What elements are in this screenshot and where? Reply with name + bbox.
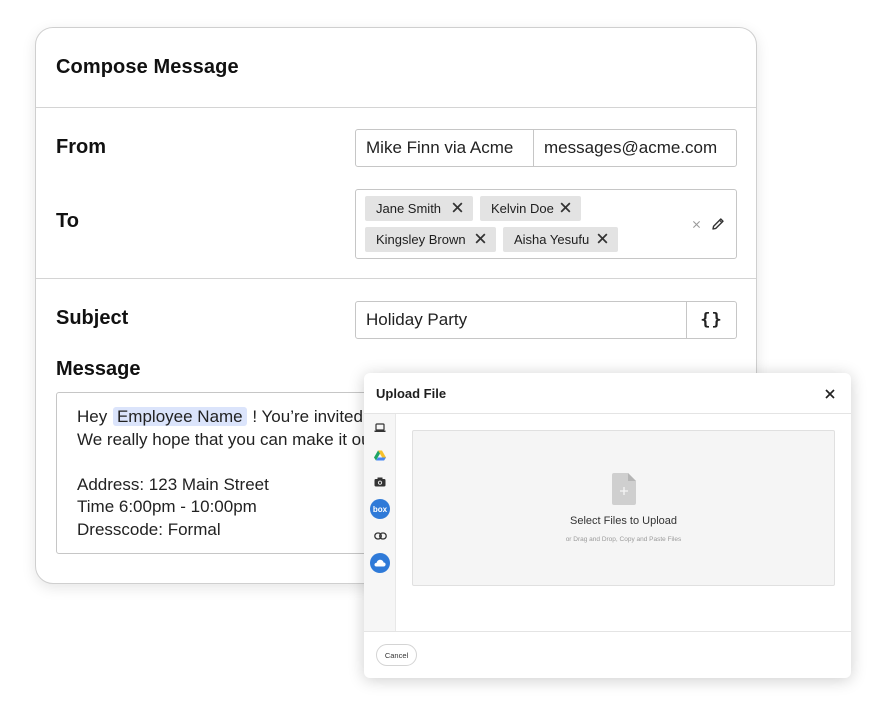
dropzone-title: Select Files to Upload [570, 515, 677, 527]
section-divider [36, 278, 756, 279]
insert-variable-button[interactable]: {} [686, 302, 736, 338]
message-label: Message [56, 358, 141, 380]
to-label: To [56, 210, 79, 232]
remove-recipient-icon[interactable] [474, 232, 487, 245]
camera-icon[interactable] [370, 472, 390, 492]
subject-field[interactable]: Holiday Party {} [355, 301, 737, 339]
recipient-name: Jane Smith [376, 201, 442, 216]
recipient-name: Kelvin Doe [491, 201, 554, 216]
laptop-icon[interactable] [370, 418, 390, 438]
from-field[interactable]: Mike Finn via Acme messages@acme.com [355, 129, 737, 167]
dropzone-hint: or Drag and Drop, Copy and Paste Files [565, 536, 682, 543]
compose-title: Compose Message [56, 56, 239, 78]
from-name[interactable]: Mike Finn via Acme [356, 130, 534, 166]
link-icon[interactable] [370, 526, 390, 546]
clear-icon[interactable] [692, 220, 701, 229]
recipient-chip[interactable]: Kingsley Brown [365, 227, 496, 252]
to-field[interactable]: Jane Smith Kelvin Doe Kingsley Brown Ais… [355, 189, 737, 259]
remove-recipient-icon[interactable] [559, 201, 572, 214]
subject-label: Subject [56, 307, 129, 329]
source-rail: box [364, 414, 396, 631]
stage: Compose Message From Mike Finn via Acme … [0, 0, 883, 718]
box-icon[interactable]: box [370, 499, 390, 519]
dialog-footer-divider [364, 631, 851, 632]
recipient-chip[interactable]: Jane Smith [365, 196, 473, 221]
onedrive-icon[interactable] [370, 553, 390, 573]
file-add-icon [612, 473, 636, 505]
message-text: ! You’re invited [252, 407, 363, 426]
remove-recipient-icon[interactable] [451, 201, 464, 214]
recipient-name: Kingsley Brown [376, 232, 466, 247]
recipient-chip[interactable]: Aisha Yesufu [503, 227, 618, 252]
from-email[interactable]: messages@acme.com [534, 130, 717, 166]
recipient-chip[interactable]: Kelvin Doe [480, 196, 581, 221]
header-divider [36, 107, 756, 108]
recipient-name: Aisha Yesufu [514, 232, 590, 247]
dialog-header-divider [364, 413, 851, 414]
remove-recipient-icon[interactable] [596, 232, 609, 245]
merge-token[interactable]: Employee Name [112, 407, 247, 426]
message-greeting: Hey [77, 407, 108, 426]
google-drive-icon[interactable] [370, 445, 390, 465]
close-icon[interactable] [823, 387, 837, 401]
upload-dialog: Upload File box Select Files to Upload o… [364, 373, 851, 678]
upload-title: Upload File [376, 386, 447, 401]
subject-input[interactable]: Holiday Party [356, 302, 686, 338]
file-dropzone[interactable]: Select Files to Upload or Drag and Drop,… [412, 430, 835, 586]
from-label: From [56, 136, 106, 158]
cancel-button[interactable]: Cancel [376, 644, 417, 666]
pencil-icon[interactable] [710, 216, 726, 232]
